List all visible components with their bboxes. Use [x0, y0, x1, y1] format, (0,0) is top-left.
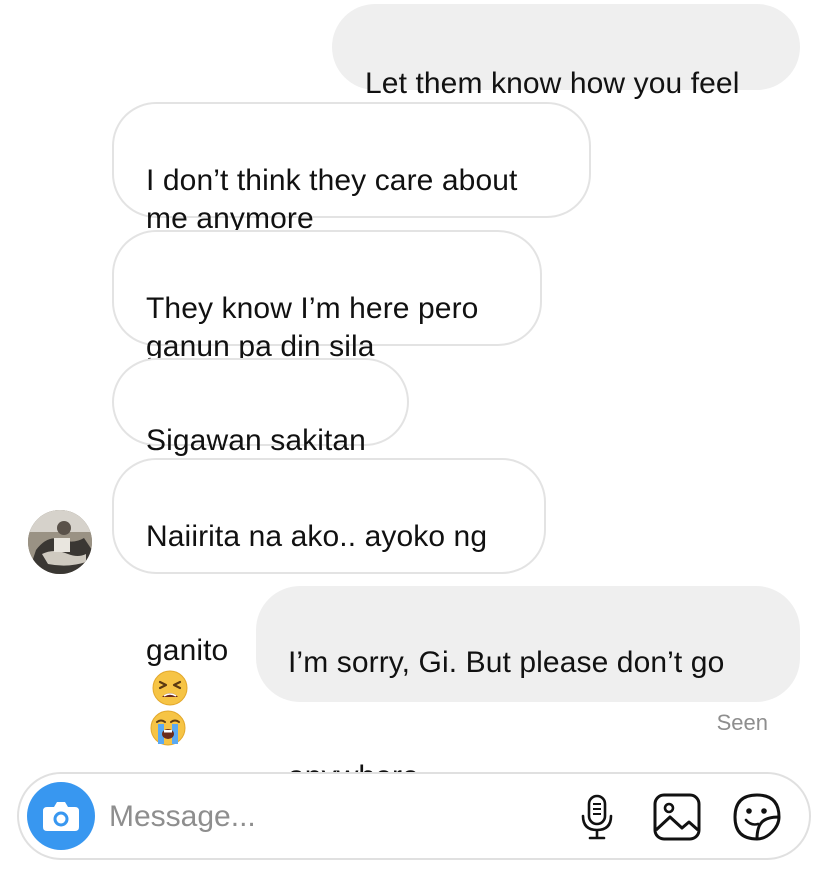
message-text: Sigawan sakitan — [146, 424, 366, 457]
tired-face-emoji-icon — [152, 670, 188, 706]
message-text: ganito — [146, 634, 229, 667]
chat-screen: Let them know how you feel I don’t think… — [0, 0, 828, 896]
seen-indicator: Seen — [716, 710, 768, 735]
message-text: They know I’m here pero ganun pa din sil… — [146, 292, 479, 363]
outgoing-message-bubble[interactable]: I’m sorry, Gi. But please don’t go anywh… — [256, 586, 800, 834]
message-text: I don’t think they care about me anymore — [146, 164, 518, 235]
message-text-line: Naiirita na ako.. ayoko ng — [146, 520, 488, 553]
outgoing-message-bubble[interactable]: Let them know how you feel — [332, 4, 800, 100]
microphone-icon[interactable] — [572, 792, 622, 842]
camera-icon — [43, 802, 79, 831]
message-text: Let them know how you feel — [365, 67, 740, 100]
camera-button[interactable] — [27, 782, 95, 850]
loudly-crying-face-emoji-icon — [150, 710, 186, 746]
avatar-photo — [28, 510, 92, 574]
incoming-message-bubble[interactable]: They know I’m here pero ganun pa din sil… — [112, 230, 542, 363]
sticker-icon[interactable] — [732, 792, 782, 842]
contact-avatar[interactable] — [28, 510, 92, 574]
incoming-message-bubble[interactable]: Sigawan sakitan — [112, 358, 409, 457]
message-text-line: I’m sorry, Gi. But please don’t go — [288, 646, 725, 679]
message-composer: Message... — [17, 772, 811, 860]
incoming-message-bubble[interactable]: I don’t think they care about me anymore — [112, 102, 591, 235]
gallery-icon[interactable] — [652, 792, 702, 842]
incoming-message-bubble[interactable]: Naiirita na ako.. ayoko ng ganito — [112, 458, 546, 746]
message-input[interactable]: Message... — [109, 798, 256, 836]
